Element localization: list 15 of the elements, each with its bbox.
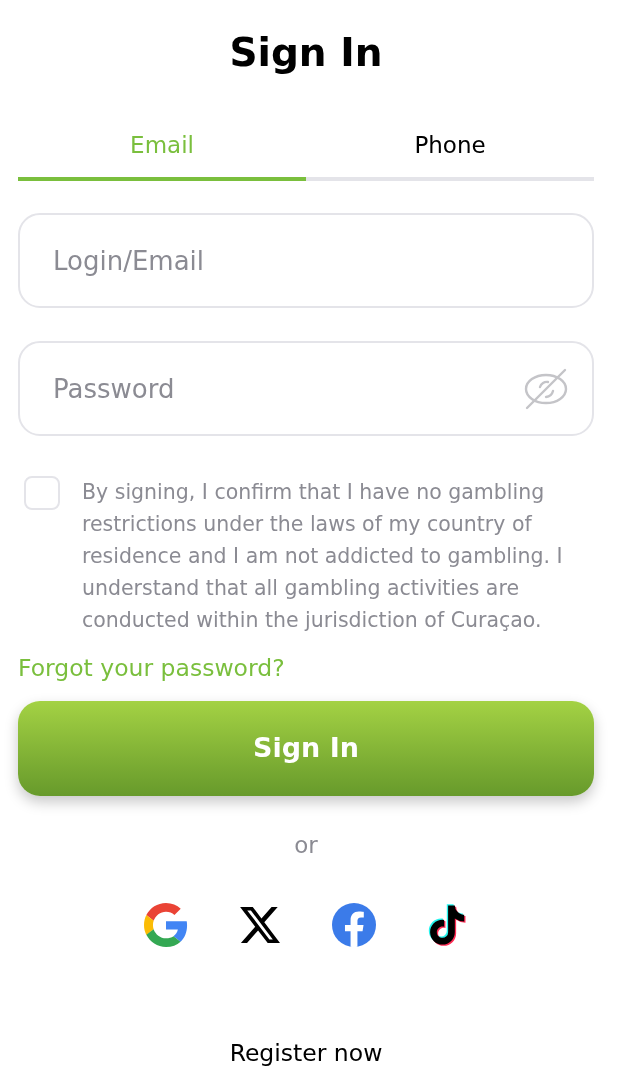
page-title: Sign In bbox=[228, 29, 384, 77]
facebook-icon[interactable] bbox=[332, 903, 376, 947]
tiktok-icon[interactable] bbox=[428, 903, 468, 947]
divider-text: or bbox=[294, 831, 318, 859]
register-link[interactable]: Register now bbox=[229, 1039, 383, 1067]
tab[interactable]: Email bbox=[18, 113, 306, 181]
tab[interactable]: Phone bbox=[306, 113, 594, 181]
forgot-password-link[interactable]: Forgot your password? bbox=[18, 654, 285, 682]
sign-in-button[interactable]: Sign In bbox=[18, 701, 594, 796]
google-icon[interactable] bbox=[144, 903, 188, 947]
x-logo-icon[interactable] bbox=[240, 905, 280, 945]
login-field[interactable]: Login/Email bbox=[18, 213, 594, 308]
consent-text: By signing, I confirm that I have no gambling restrictions under the laws of my country of residence and I am not addicted to gambling. I understand that all gambling activities are conducted within the jurisdiction of Curaçao. bbox=[82, 479, 564, 634]
checkbox[interactable] bbox=[24, 476, 60, 510]
password-field[interactable]: Password bbox=[18, 341, 594, 436]
